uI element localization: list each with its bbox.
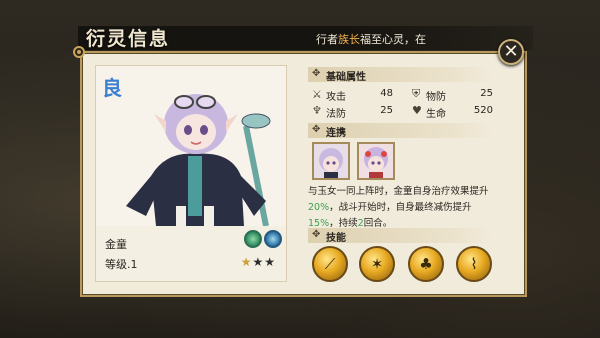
heart-icon: ♥ — [412, 104, 422, 117]
linked-character-art — [359, 144, 393, 178]
stat-label-hp: 生命 — [426, 109, 446, 120]
news-ticker: 行者族长福至心灵，在 — [316, 33, 426, 46]
linked-character-art — [314, 144, 348, 178]
stat-label-magic-def: 法防 — [326, 109, 346, 120]
close-button[interactable]: ✕ — [498, 39, 524, 65]
wind-element-icon — [244, 230, 262, 248]
skills-header: ✥ 技能 — [308, 228, 493, 244]
diamond-icon: ✥ — [312, 229, 321, 240]
character-artwork — [126, 94, 271, 226]
stat-label-attack: 攻击 — [326, 92, 346, 103]
character-portrait-card[interactable]: 良 金童 等级.1 ★★★ — [95, 65, 287, 282]
window-title: 衍灵信息 — [86, 28, 171, 50]
character-name: 金童 — [105, 238, 127, 251]
stat-value-phys-def: 25 — [480, 88, 493, 99]
linked-character-thumbnail-2[interactable] — [357, 142, 395, 180]
sword-icon: ⚔ — [312, 88, 322, 101]
diamond-icon: ✥ — [312, 124, 321, 135]
star-rating: ★★★ — [241, 255, 276, 269]
water-element-icon — [264, 230, 282, 248]
link-header: ✥ 连携 — [308, 123, 493, 139]
skill-4-icon[interactable]: ⌇ — [456, 246, 492, 282]
corner-ornament — [73, 46, 85, 58]
name-strip: 金童 等级.1 ★★★ — [96, 226, 286, 281]
stat-label-phys-def: 物防 — [426, 92, 446, 103]
star-empty-icon: ★ — [252, 255, 265, 269]
linked-character-thumbnail-1[interactable] — [312, 142, 350, 180]
faction-glyph: 良 — [102, 76, 122, 100]
star-empty-icon: ★ — [264, 255, 276, 269]
stat-value-hp: 520 — [473, 105, 493, 116]
link-description: 与玉女一同上阵时，金童自身治疗效果提升20%，战斗开始时，自身最终减伤提升15%… — [308, 186, 489, 229]
character-level: 等级.1 — [105, 258, 138, 271]
stat-value-magic-def: 25 — [380, 105, 393, 116]
diamond-icon: ✥ — [312, 68, 321, 79]
magic-defense-icon: ♆ — [312, 104, 322, 117]
shield-icon: ⛨ — [412, 87, 421, 100]
skill-3-icon[interactable]: ♣ — [408, 246, 444, 282]
skill-1-icon[interactable]: ⟋ — [312, 246, 348, 282]
star-filled-icon: ★ — [240, 255, 253, 269]
basic-attrs-header: ✥ 基础属性 — [308, 67, 493, 83]
stat-value-attack: 48 — [380, 88, 393, 99]
skill-2-icon[interactable]: ✶ — [359, 246, 395, 282]
